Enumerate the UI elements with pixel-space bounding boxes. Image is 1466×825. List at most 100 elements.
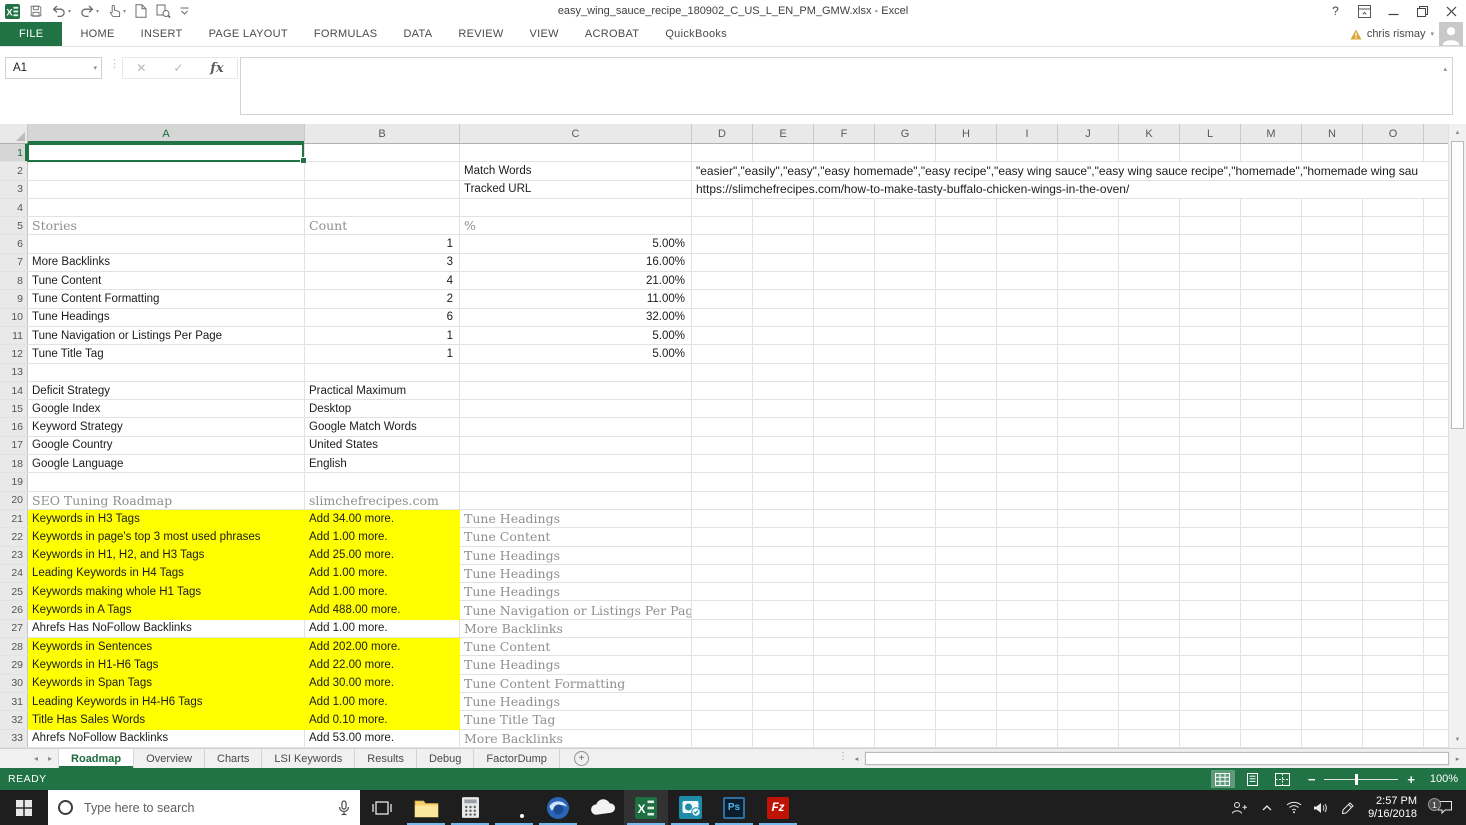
scroll-down-icon[interactable]: ▼ xyxy=(1449,732,1466,747)
row-header-14[interactable]: 14 xyxy=(0,382,28,399)
cell-I5[interactable] xyxy=(997,217,1058,234)
cell-J18[interactable] xyxy=(1058,455,1119,472)
cell-B1[interactable] xyxy=(305,144,460,161)
cell-D9[interactable] xyxy=(692,290,753,307)
cell-K32[interactable] xyxy=(1119,711,1180,728)
cell-H31[interactable] xyxy=(936,693,997,710)
row-header-19[interactable]: 19 xyxy=(0,473,28,490)
cell-D4[interactable] xyxy=(692,199,753,216)
cell-F4[interactable] xyxy=(814,199,875,216)
cell-K5[interactable] xyxy=(1119,217,1180,234)
cell-N27[interactable] xyxy=(1302,620,1363,637)
cell-L7[interactable] xyxy=(1180,254,1241,271)
cell-G30[interactable] xyxy=(875,675,936,692)
cell-E9[interactable] xyxy=(753,290,814,307)
row-header-3[interactable]: 3 xyxy=(0,181,28,198)
cell-J22[interactable] xyxy=(1058,528,1119,545)
cell-F5[interactable] xyxy=(814,217,875,234)
cell-N6[interactable] xyxy=(1302,235,1363,252)
cell-B14[interactable]: Practical Maximum xyxy=(305,382,460,399)
cell-J16[interactable] xyxy=(1058,418,1119,435)
cell-J14[interactable] xyxy=(1058,382,1119,399)
cell-J17[interactable] xyxy=(1058,437,1119,454)
cell-I22[interactable] xyxy=(997,528,1058,545)
cell-G15[interactable] xyxy=(875,400,936,417)
microphone-icon[interactable] xyxy=(338,800,350,816)
cell-H16[interactable] xyxy=(936,418,997,435)
cell-K27[interactable] xyxy=(1119,620,1180,637)
cell-G33[interactable] xyxy=(875,730,936,747)
cell-I9[interactable] xyxy=(997,290,1058,307)
cell-L18[interactable] xyxy=(1180,455,1241,472)
cell-C3[interactable]: Tracked URL xyxy=(460,181,692,198)
cell-I30[interactable] xyxy=(997,675,1058,692)
cell-B8[interactable]: 4 xyxy=(305,272,460,289)
cell-F19[interactable] xyxy=(814,473,875,490)
cell-J26[interactable] xyxy=(1058,601,1119,618)
row-header-8[interactable]: 8 xyxy=(0,272,28,289)
cell-M17[interactable] xyxy=(1241,437,1302,454)
cell-J10[interactable] xyxy=(1058,309,1119,326)
cell-A13[interactable] xyxy=(28,364,305,381)
cell-E8[interactable] xyxy=(753,272,814,289)
cell-F1[interactable] xyxy=(814,144,875,161)
cell-M16[interactable] xyxy=(1241,418,1302,435)
cell-N31[interactable] xyxy=(1302,693,1363,710)
cell-K12[interactable] xyxy=(1119,345,1180,362)
zoom-slider[interactable] xyxy=(1324,779,1398,780)
chevron-up-icon[interactable] xyxy=(1253,801,1280,815)
cell-A4[interactable] xyxy=(28,199,305,216)
cell-I8[interactable] xyxy=(997,272,1058,289)
pen-icon[interactable] xyxy=(1334,801,1361,815)
row-header-15[interactable]: 15 xyxy=(0,400,28,417)
sheet-tab-lsi-keywords[interactable]: LSI Keywords xyxy=(262,749,355,768)
cell-C33[interactable]: More Backlinks xyxy=(460,730,692,747)
cell-D29[interactable] xyxy=(692,656,753,673)
cell-A24[interactable]: Leading Keywords in H4 Tags xyxy=(28,565,305,582)
cell-O16[interactable] xyxy=(1363,418,1424,435)
cell-L16[interactable] xyxy=(1180,418,1241,435)
formula-bar-collapse-icon[interactable]: ▴ xyxy=(1443,65,1447,73)
cell-N4[interactable] xyxy=(1302,199,1363,216)
cell-O4[interactable] xyxy=(1363,199,1424,216)
cell-K26[interactable] xyxy=(1119,601,1180,618)
cell-L31[interactable] xyxy=(1180,693,1241,710)
cell-E25[interactable] xyxy=(753,583,814,600)
people-icon[interactable] xyxy=(1226,801,1253,815)
cell-A31[interactable]: Leading Keywords in H4-H6 Tags xyxy=(28,693,305,710)
cell-K22[interactable] xyxy=(1119,528,1180,545)
search-input[interactable] xyxy=(82,800,329,816)
cell-M33[interactable] xyxy=(1241,730,1302,747)
cell-B27[interactable]: Add 1.00 more. xyxy=(305,620,460,637)
cell-K11[interactable] xyxy=(1119,327,1180,344)
cell-M28[interactable] xyxy=(1241,638,1302,655)
cell-O29[interactable] xyxy=(1363,656,1424,673)
cell-K1[interactable] xyxy=(1119,144,1180,161)
cell-F22[interactable] xyxy=(814,528,875,545)
cell-A18[interactable]: Google Language xyxy=(28,455,305,472)
cell-O9[interactable] xyxy=(1363,290,1424,307)
horizontal-scrollbar-thumb[interactable] xyxy=(865,752,1449,765)
cell-J33[interactable] xyxy=(1058,730,1119,747)
cell-M22[interactable] xyxy=(1241,528,1302,545)
cell-A30[interactable]: Keywords in Span Tags xyxy=(28,675,305,692)
cell-F23[interactable] xyxy=(814,547,875,564)
cell-D21[interactable] xyxy=(692,510,753,527)
cell-F7[interactable] xyxy=(814,254,875,271)
avatar[interactable] xyxy=(1439,22,1463,46)
cell-N1[interactable] xyxy=(1302,144,1363,161)
cell-E5[interactable] xyxy=(753,217,814,234)
cell-H24[interactable] xyxy=(936,565,997,582)
column-header-D[interactable]: D xyxy=(692,124,753,143)
cell-F27[interactable] xyxy=(814,620,875,637)
cell-H29[interactable] xyxy=(936,656,997,673)
cell-L13[interactable] xyxy=(1180,364,1241,381)
cell-M1[interactable] xyxy=(1241,144,1302,161)
row-header-18[interactable]: 18 xyxy=(0,455,28,472)
cell-E30[interactable] xyxy=(753,675,814,692)
cell-N24[interactable] xyxy=(1302,565,1363,582)
name-box-dropdown-icon[interactable]: ▾ xyxy=(93,64,97,72)
cell-I12[interactable] xyxy=(997,345,1058,362)
cell-C2[interactable]: Match Words xyxy=(460,162,692,179)
horizontal-scrollbar[interactable]: ◂ ▸ xyxy=(850,751,1464,766)
